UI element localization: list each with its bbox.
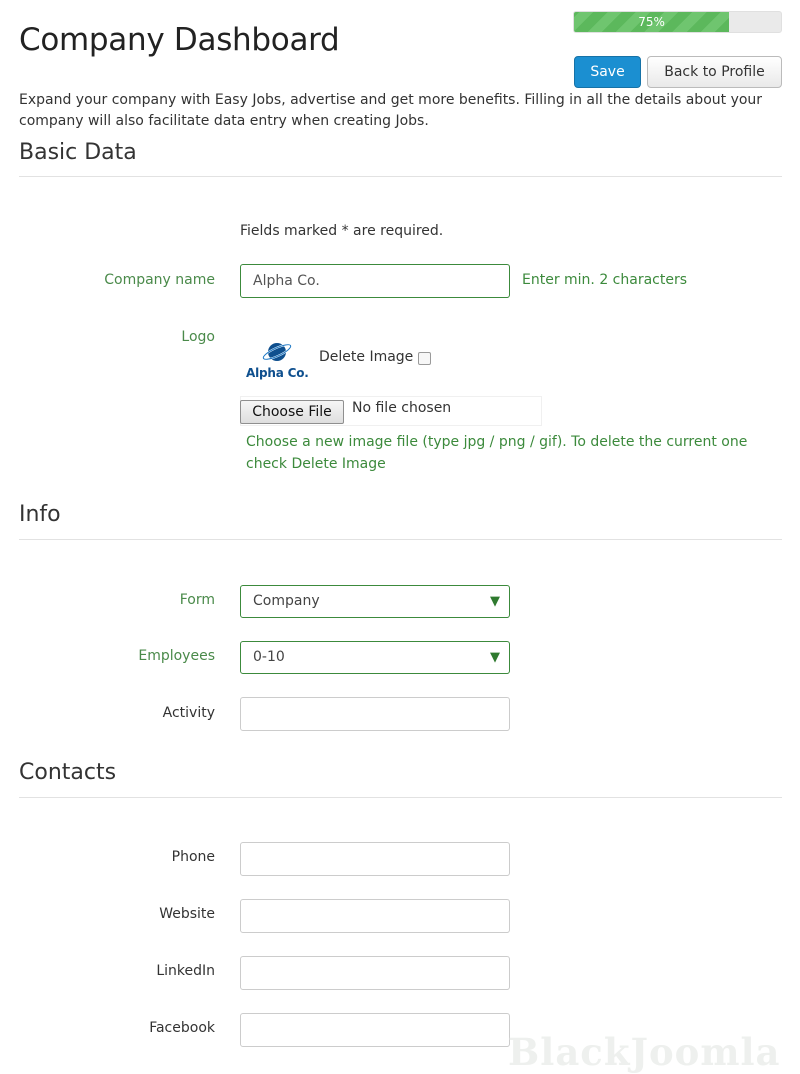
logo-file-hint: Choose a new image file (type jpg / png … [246,434,748,472]
company-name-input[interactable] [240,264,510,298]
employees-label: Employees [138,648,215,664]
logo-text: Alpha Co. [246,366,309,380]
website-label: Website [159,906,215,922]
company-logo: Alpha Co. [244,338,314,382]
facebook-input[interactable] [240,1013,510,1047]
linkedin-label: LinkedIn [156,963,215,979]
divider [19,539,782,540]
company-name-label: Company name [104,272,215,288]
website-input[interactable] [240,899,510,933]
employees-select-value: 0-10 [253,649,285,665]
section-title-info: Info [19,502,61,527]
employees-select[interactable]: 0-10 ▼ [240,641,510,674]
choose-file-button[interactable]: Choose File [240,400,344,424]
back-to-profile-button[interactable]: Back to Profile [647,56,782,88]
dropdown-arrow-icon: ▼ [490,594,500,609]
activity-input[interactable] [240,697,510,731]
section-title-contacts: Contacts [19,760,117,785]
dropdown-arrow-icon: ▼ [490,650,500,665]
form-select[interactable]: Company ▼ [240,585,510,618]
required-note: Fields marked * are required. [240,223,444,239]
form-select-value: Company [253,593,320,609]
file-status: No file chosen [352,400,452,416]
divider [19,797,782,798]
intro-text: Expand your company with Easy Jobs, adve… [19,92,763,129]
watermark: BlackJoomla [508,1030,781,1074]
delete-image-checkbox[interactable] [418,352,431,365]
linkedin-input[interactable] [240,956,510,990]
progress-fill: 75% [574,12,730,32]
phone-label: Phone [171,849,215,865]
profile-progress-bar: 75% [573,11,782,33]
company-name-hint: Enter min. 2 characters [522,272,688,288]
save-button[interactable]: Save [574,56,641,88]
divider [19,176,782,177]
progress-label: 75% [638,15,665,29]
activity-label: Activity [162,705,215,721]
planet-logo-icon [262,343,292,361]
facebook-label: Facebook [149,1020,215,1036]
logo-label: Logo [181,329,215,345]
section-title-basic-data: Basic Data [19,140,137,165]
page-title: Company Dashboard [19,22,340,58]
form-label: Form [179,592,215,608]
delete-image-label: Delete Image [319,349,414,365]
phone-input[interactable] [240,842,510,876]
